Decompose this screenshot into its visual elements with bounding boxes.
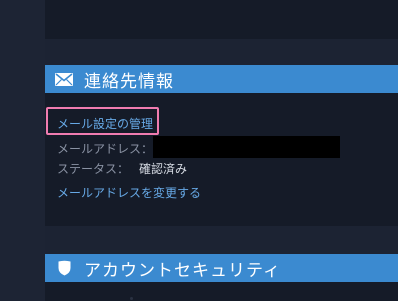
previous-section-panel	[45, 0, 398, 39]
change-email-link[interactable]: メールアドレスを変更する	[57, 184, 201, 201]
contact-info-title: 連絡先情報	[84, 71, 174, 92]
left-gutter	[0, 0, 45, 301]
email-label: メールアドレス：	[57, 142, 154, 156]
envelope-icon	[55, 72, 73, 86]
status-value: 確認済み	[139, 162, 188, 176]
status-label: ステータス：	[57, 162, 130, 176]
account-security-title: アカウントセキュリティ	[84, 260, 281, 281]
account-security-header[interactable]: アカウントセキュリティ	[45, 254, 398, 282]
contact-info-header: 連絡先情報	[45, 65, 398, 93]
redacted-email-value	[153, 136, 340, 158]
account-page: 連絡先情報 メール設定の管理 メールアドレス： ステータス： 確認済み メールア…	[0, 0, 398, 301]
account-security-panel	[45, 282, 398, 301]
decorative-dot	[130, 297, 133, 300]
shield-icon	[55, 260, 73, 276]
manage-mail-settings-link[interactable]: メール設定の管理	[57, 115, 153, 132]
